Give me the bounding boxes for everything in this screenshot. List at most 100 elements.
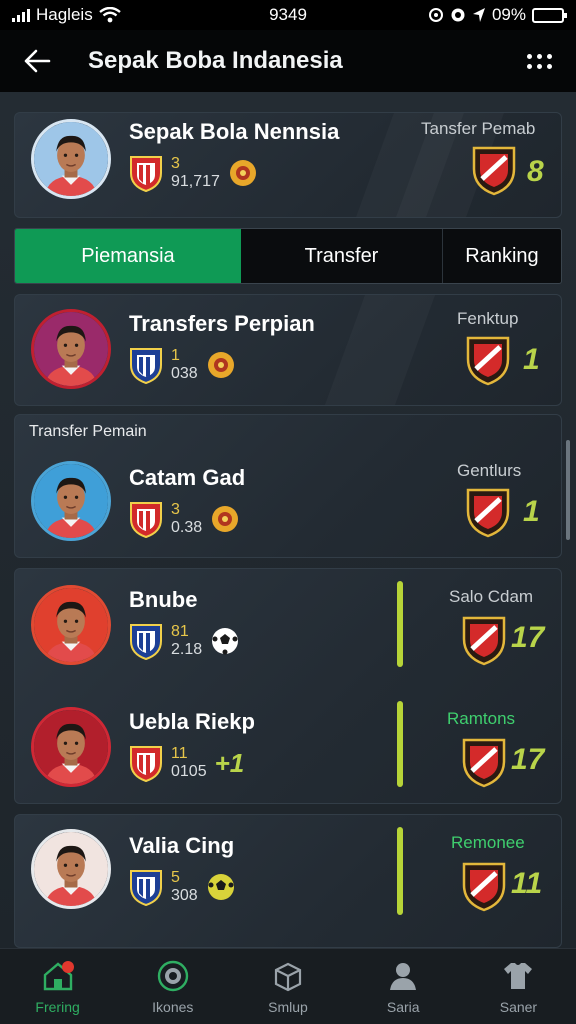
battery-icon (532, 7, 567, 23)
player-name: Valia Cing (129, 833, 235, 858)
app-bar: Sepak Boba Indanesia (0, 30, 576, 92)
player-card-transfers[interactable]: Transfers Perpian 1 038 Fenktup 1 (14, 294, 562, 406)
section-title: Transfer Pemain (29, 423, 147, 440)
ranking-value: 17 (511, 743, 545, 776)
box-icon (274, 962, 302, 991)
stat-top: 3 (171, 501, 180, 518)
nav-label: Ikones (152, 998, 194, 1015)
club-crest-icon (129, 499, 163, 539)
avatar (31, 309, 111, 389)
status-bar: Hagleis 9349 09% (0, 0, 576, 30)
player-photo (34, 464, 108, 538)
stat-bottom: 0105 (171, 763, 207, 780)
club-crest-icon (465, 485, 511, 539)
battery-percent: 09% (491, 5, 526, 24)
player-name: Sepak Bola Nennsia (129, 119, 340, 144)
player-photo (34, 588, 108, 662)
transfer-label: Tansfer Pemab (421, 119, 536, 138)
player-photo (34, 312, 108, 386)
nav-label: Smlup (268, 998, 308, 1015)
home-icon (43, 960, 74, 990)
player-name: Bnube (129, 587, 198, 612)
club-crest-icon (129, 743, 163, 783)
stat-top: 81 (171, 623, 189, 640)
player-card-last[interactable]: Valia Cing 5 308 Remonee 11 (14, 814, 562, 948)
transfer-section-card[interactable]: Transfer Pemain Catam Gad 3 0.38 Gentlurs… (14, 414, 562, 558)
jersey-icon (504, 962, 533, 989)
player-photo (34, 832, 108, 906)
stat-top: 11 (171, 745, 188, 762)
ranking-value: 17 (511, 621, 545, 654)
club-crest-icon (471, 143, 517, 197)
transfer-value: 8 (527, 155, 544, 188)
page-title: Sepak Boba Indanesia (88, 47, 343, 74)
list-item[interactable]: Uebla Riekp 11 0105 +1 Ramtons 17 (15, 687, 561, 804)
stat-bottom: 308 (171, 887, 198, 904)
tab-transfer[interactable]: Transfer (241, 229, 443, 283)
list-item[interactable]: Bnube 81 2.18 Salo Cdam 17 (15, 569, 561, 687)
nav-label: Frering (35, 998, 80, 1015)
stat-extra: +1 (214, 747, 245, 778)
stat-top: 1 (171, 347, 180, 364)
avatar (31, 119, 111, 199)
stat-bottom: 038 (171, 365, 198, 382)
ranking-value: 1 (523, 495, 540, 528)
ranking-label: Gentlurs (457, 461, 522, 480)
club-crest-icon (129, 345, 163, 385)
nav-label: Saria (386, 998, 420, 1015)
tab-ranking[interactable]: Ranking (443, 229, 561, 283)
header-player-card[interactable]: Sepak Bola Nennsia 3 91,717 Tansfer Pemab… (14, 112, 562, 218)
status-time: 9349 (269, 5, 307, 24)
ranking-value: 1 (523, 343, 540, 376)
divider-bar (397, 581, 403, 667)
divider-bar (397, 701, 403, 787)
nav-item-ikones[interactable]: Ikones (115, 949, 230, 1024)
club-emblem-icon (206, 350, 236, 380)
stat-bottom: 0.38 (171, 519, 203, 536)
ranking-value: 11 (511, 867, 543, 900)
ranking-label: Remonee (451, 833, 525, 852)
ranking-label: Fenktup (457, 309, 519, 328)
club-crest-icon (461, 613, 507, 667)
nfc-icon (451, 8, 465, 22)
tab-piemansia[interactable]: Piemansia (15, 229, 241, 283)
nav-item-smlup[interactable]: Smlup (230, 949, 345, 1024)
club-crest-icon (461, 859, 507, 913)
stat-bottom: 2.18 (171, 641, 203, 658)
avatar (31, 707, 111, 787)
ranking-label: Salo Cdam (449, 587, 534, 606)
stat-bottom: 91,717 (171, 173, 220, 190)
player-photo (34, 710, 108, 784)
scrollbar[interactable] (566, 440, 570, 540)
nav-item-saner[interactable]: Saner (461, 949, 576, 1024)
bottom-navigation: Frering Ikones Smlup Saria Saner (0, 948, 576, 1024)
club-crest-icon (461, 735, 507, 789)
carrier-label: Hagleis (36, 5, 93, 24)
avatar (31, 461, 111, 541)
location-icon (472, 8, 485, 22)
signal-icon (12, 8, 30, 22)
nav-item-saria[interactable]: Saria (346, 949, 461, 1024)
player-photo (34, 122, 108, 196)
club-badge-icon (157, 960, 188, 991)
avatar (31, 585, 111, 665)
nav-item-frering[interactable]: Frering (0, 949, 115, 1024)
back-button[interactable] (20, 44, 54, 78)
user-icon (390, 962, 417, 990)
wifi-icon (98, 7, 121, 23)
stat-top: 5 (171, 869, 180, 886)
more-menu-button[interactable] (522, 44, 556, 78)
avatar (31, 829, 111, 909)
stat-top: 3 (171, 155, 180, 172)
tab-bar: Piemansia Transfer Ranking (14, 228, 562, 284)
club-crest-icon (129, 153, 163, 193)
club-crest-icon (129, 621, 163, 661)
soccer-ball-icon (212, 628, 239, 655)
divider-bar (397, 827, 403, 915)
club-crest-icon (465, 333, 511, 387)
sync-icon (428, 8, 443, 22)
club-crest-icon (129, 867, 163, 907)
ranking-label: Ramtons (447, 709, 516, 728)
player-name: Uebla Riekp (129, 709, 255, 734)
player-name: Catam Gad (129, 465, 246, 490)
